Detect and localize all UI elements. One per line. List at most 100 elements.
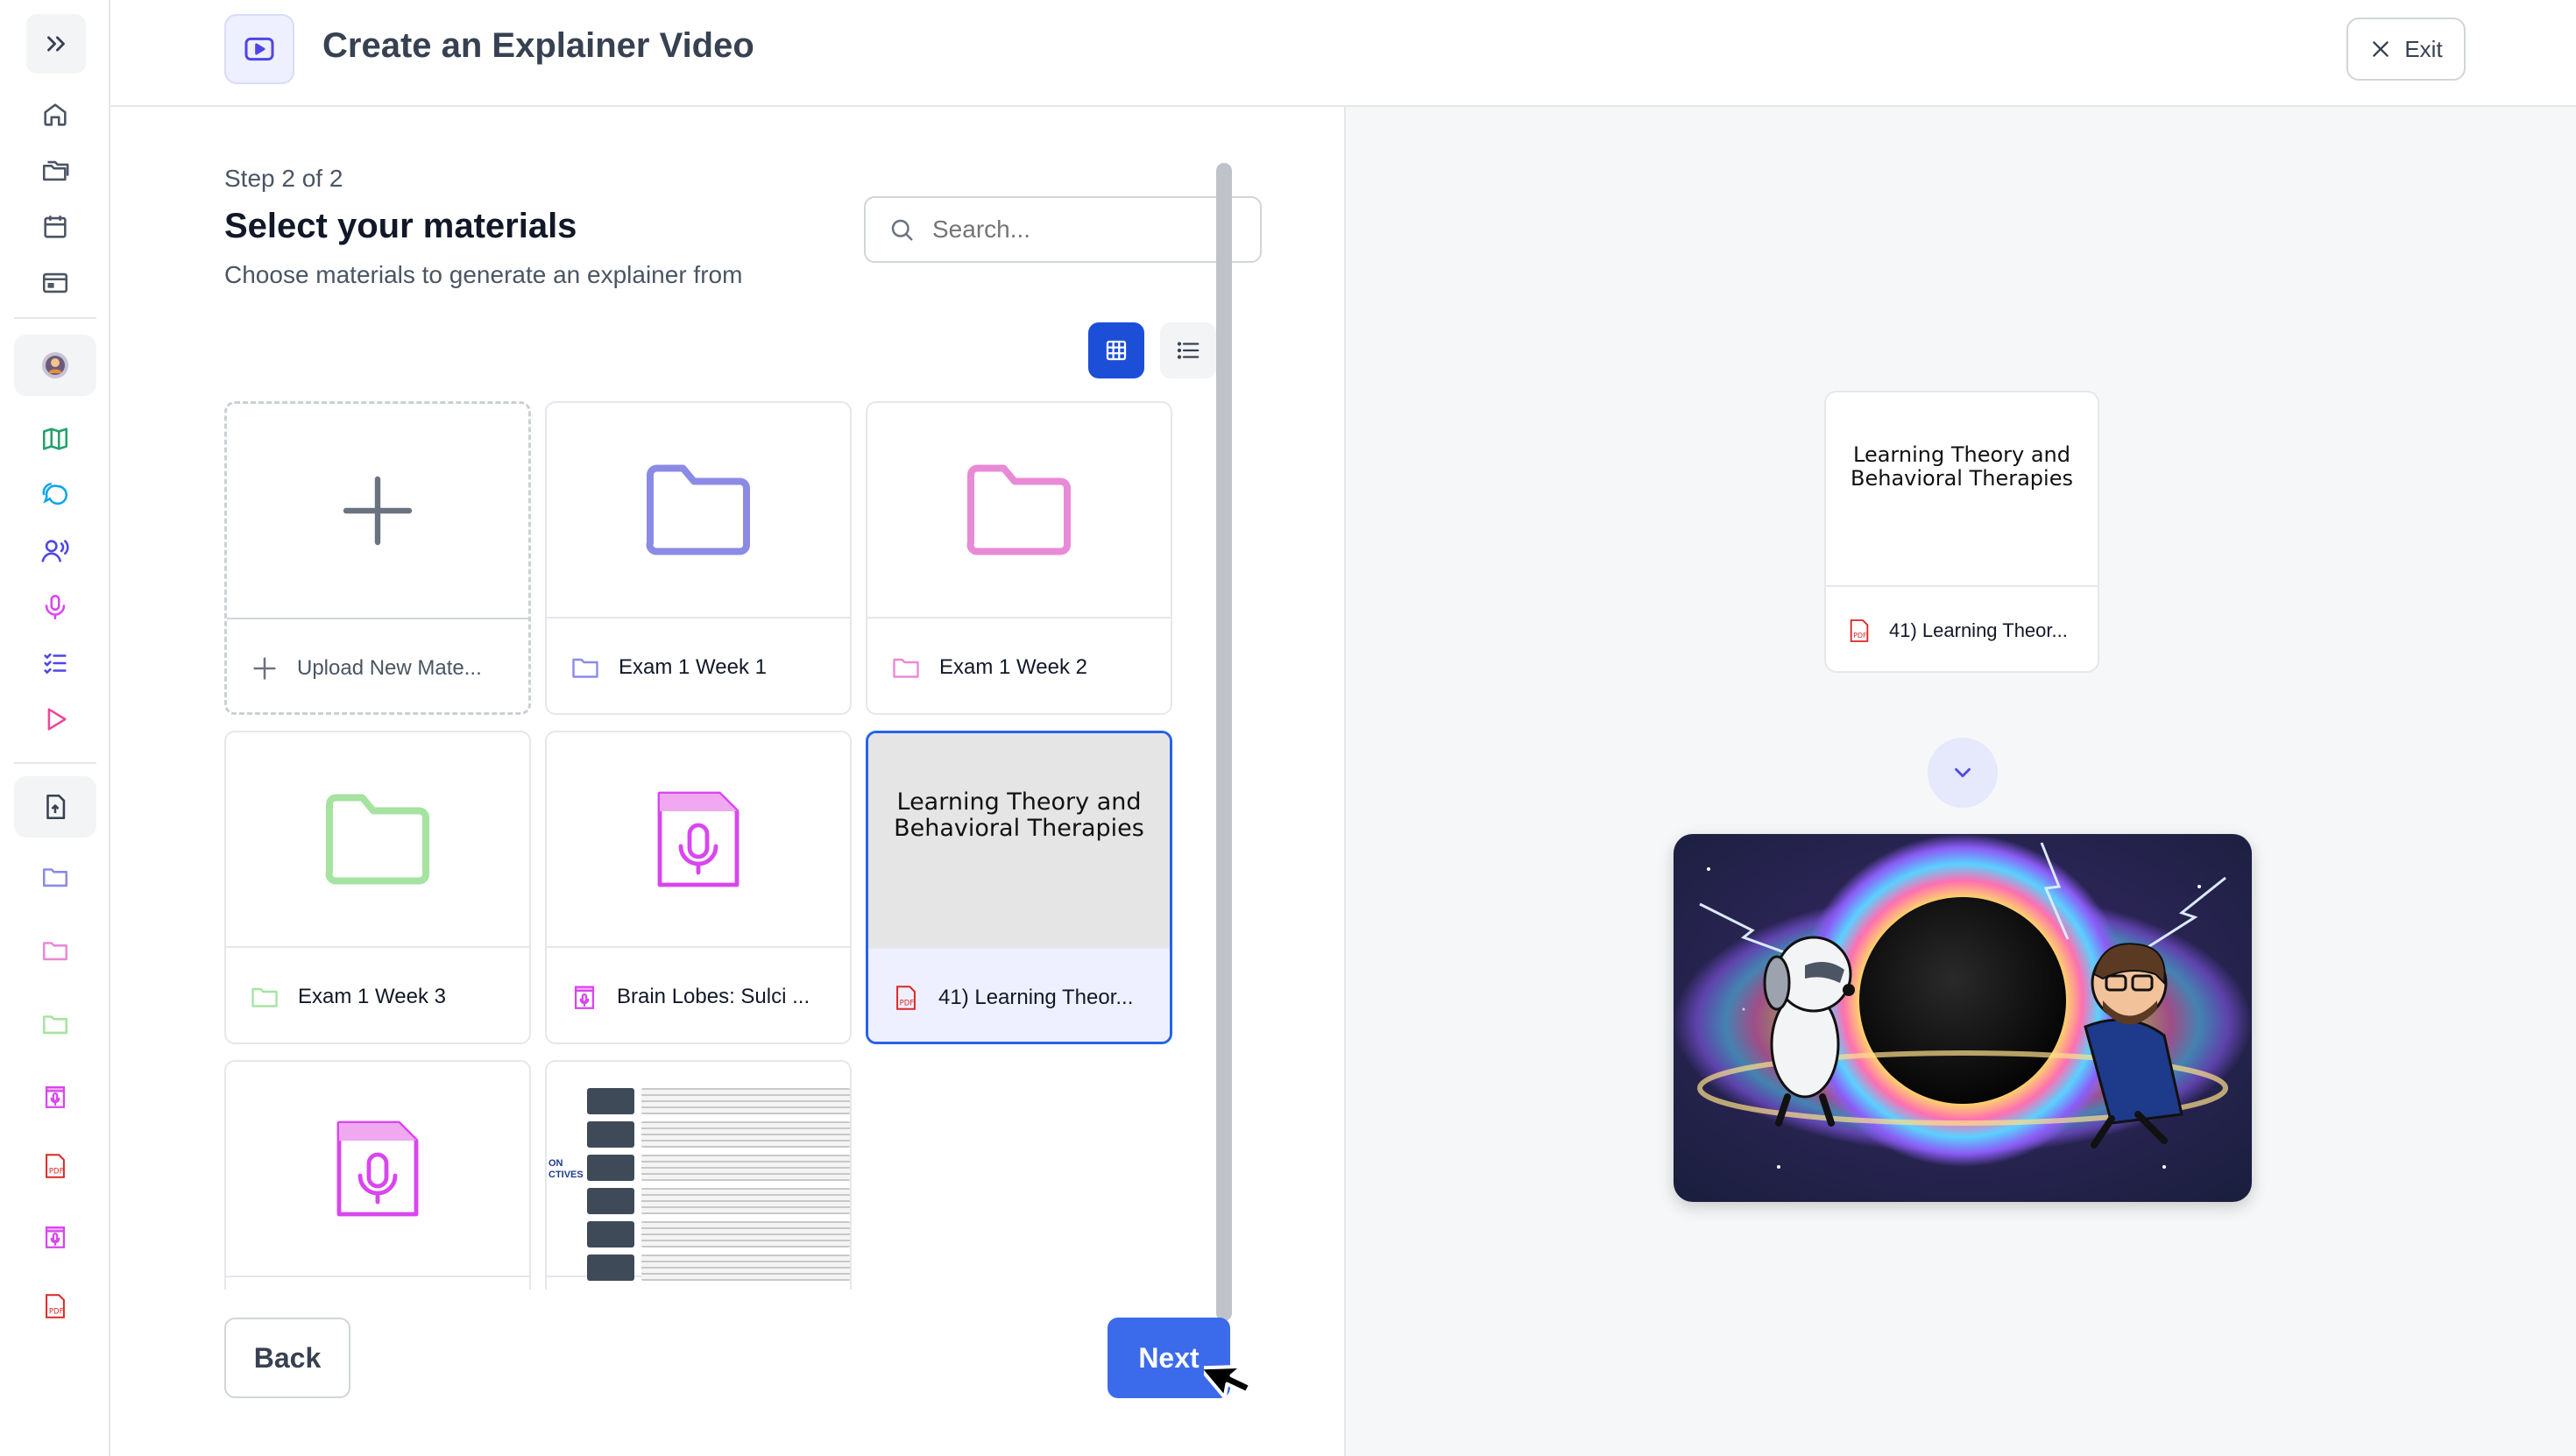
card-thumbnail [867, 403, 1171, 618]
sidebar-folder-week-2[interactable] [14, 920, 96, 981]
sidebar-item-record[interactable] [14, 576, 96, 638]
preview-panel: Learning Theory and Behavioral Therapies… [1344, 107, 2576, 1456]
material-card-folder[interactable]: Exam 1 Week 2 [866, 401, 1172, 715]
exit-label: Exit [2404, 35, 2443, 62]
svg-text:PDF: PDF [49, 1308, 64, 1317]
sidebar-item-chat[interactable] [14, 464, 96, 526]
sidebar-item-upload[interactable] [14, 776, 96, 838]
material-card-slides[interactable]: ON CTIVES [545, 1060, 852, 1290]
document-title: Learning Theory and Behavioral Therapies [894, 788, 1144, 843]
back-button[interactable]: Back [224, 1318, 350, 1398]
scrollbar[interactable] [1216, 163, 1232, 1321]
video-icon [244, 37, 274, 61]
preview-file-label: 41) Learning Theor... [1889, 619, 2068, 641]
card-thumbnail: Learning Theory and Behavioral Therapies [868, 733, 1170, 949]
video-illustration [1674, 834, 2252, 1202]
card-thumbnail [547, 403, 850, 618]
avatar [42, 352, 68, 378]
card-footer: Exam 1 Week 1 [547, 618, 850, 713]
card-label: Exam 1 Week 1 [619, 655, 767, 679]
chevrons-right-icon [47, 36, 65, 52]
svg-text:PDF: PDF [900, 1000, 915, 1008]
home-icon [44, 103, 67, 126]
play-icon [47, 708, 67, 731]
card-footer: PDF 41) Learning Theor... [868, 949, 1170, 1042]
plus-icon [343, 476, 413, 546]
pdf-icon: PDF [896, 986, 916, 1010]
list-view-toggle[interactable] [1160, 322, 1216, 378]
card-footer: Exam 1 Week 3 [226, 948, 529, 1043]
card-label: Exam 1 Week 2 [939, 655, 1087, 679]
card-thumbnail [547, 732, 850, 948]
materials-grid: Upload New Mate... Exam 1 Week 1 Exam 1 … [224, 401, 1214, 1290]
audio-file-icon [45, 1085, 66, 1108]
folder-icon [42, 868, 68, 887]
grid-icon [1106, 340, 1127, 361]
upload-material-card[interactable]: Upload New Mate... [224, 401, 531, 715]
sidebar-divider [14, 317, 96, 319]
sidebar-item-voice[interactable] [14, 520, 96, 582]
sidebar-item-calendar[interactable] [14, 196, 96, 258]
sidebar-folder-week-1[interactable] [14, 846, 96, 908]
svg-text:PDF: PDF [1853, 632, 1867, 640]
sidebar-item-home[interactable] [14, 84, 96, 145]
video-badge [224, 14, 294, 84]
grid-view-toggle[interactable] [1088, 322, 1144, 378]
card-thumbnail: ON CTIVES [547, 1062, 850, 1281]
material-card-audio[interactable]: Brain Lobes: Sulci ... [545, 731, 852, 1044]
sidebar-pdf-file[interactable]: PDF [14, 1276, 96, 1337]
sidebar-audio-file[interactable] [14, 1065, 96, 1127]
sidebar-audio-file[interactable] [14, 1205, 96, 1267]
card-label: 41) Learning Theor... [938, 986, 1134, 1009]
sidebar-folder-week-3[interactable] [14, 993, 96, 1055]
card-thumbnail [226, 1062, 529, 1277]
material-card-pdf-selected[interactable]: Learning Theory and Behavioral Therapies… [866, 731, 1172, 1044]
browser-icon [42, 272, 68, 293]
page-title: Create an Explainer Video [322, 26, 754, 65]
sidebar-item-materials[interactable] [14, 140, 96, 201]
search-field[interactable] [864, 196, 1262, 263]
pdf-icon: PDF [46, 1154, 65, 1178]
material-card-folder[interactable]: Exam 1 Week 1 [545, 401, 852, 715]
upload-file-icon [46, 794, 66, 820]
expand-sidebar-button[interactable] [26, 14, 86, 74]
card-label: Exam 1 Week 3 [298, 985, 446, 1008]
material-card-folder[interactable]: Exam 1 Week 3 [224, 731, 531, 1044]
sidebar: PDF PDF [0, 0, 110, 1456]
folder-icon [325, 794, 429, 885]
slide-side-text: ON CTIVES [548, 1158, 584, 1181]
chevron-down-icon [1955, 767, 1971, 778]
folder-icon [572, 658, 598, 678]
sidebar-item-quiz[interactable] [14, 633, 96, 694]
material-card-audio[interactable] [224, 1060, 531, 1290]
folder-icon [42, 1015, 68, 1035]
calendar-icon [44, 216, 67, 238]
mouse-cursor-icon [1204, 1364, 1253, 1400]
list-icon [1177, 342, 1200, 359]
folder-icon [251, 987, 278, 1007]
exit-button[interactable]: Exit [2346, 18, 2466, 81]
search-input[interactable] [932, 216, 1230, 244]
audio-file-icon [45, 1226, 66, 1248]
sidebar-pdf-file[interactable]: PDF [14, 1135, 96, 1197]
sidebar-item-profile[interactable] [14, 335, 96, 396]
flow-arrow [1928, 738, 1998, 808]
voice-icon [41, 540, 69, 562]
section-subtitle: Choose materials to generate an explaine… [224, 261, 743, 288]
sidebar-item-map[interactable] [14, 408, 96, 470]
map-icon [42, 428, 68, 450]
pdf-icon: PDF [46, 1294, 65, 1318]
preview-document-title: Learning Theory and Behavioral Therapies [1851, 442, 2073, 491]
sidebar-item-browser[interactable] [14, 252, 96, 314]
sidebar-item-video[interactable] [14, 689, 96, 750]
pdf-icon: PDF [1850, 619, 1869, 642]
sidebar-divider [14, 762, 96, 764]
materials-panel: Step 2 of 2 Select your materials Choose… [110, 107, 1344, 1456]
folder-icon [893, 658, 919, 678]
selected-material-preview: Learning Theory and Behavioral Therapies… [1824, 391, 2099, 673]
audio-file-icon [657, 791, 740, 887]
folder-icon [646, 464, 750, 555]
preview-thumbnail: Learning Theory and Behavioral Therapies [1826, 392, 2098, 587]
checklist-icon [44, 653, 67, 675]
audio-file-icon [574, 986, 595, 1009]
